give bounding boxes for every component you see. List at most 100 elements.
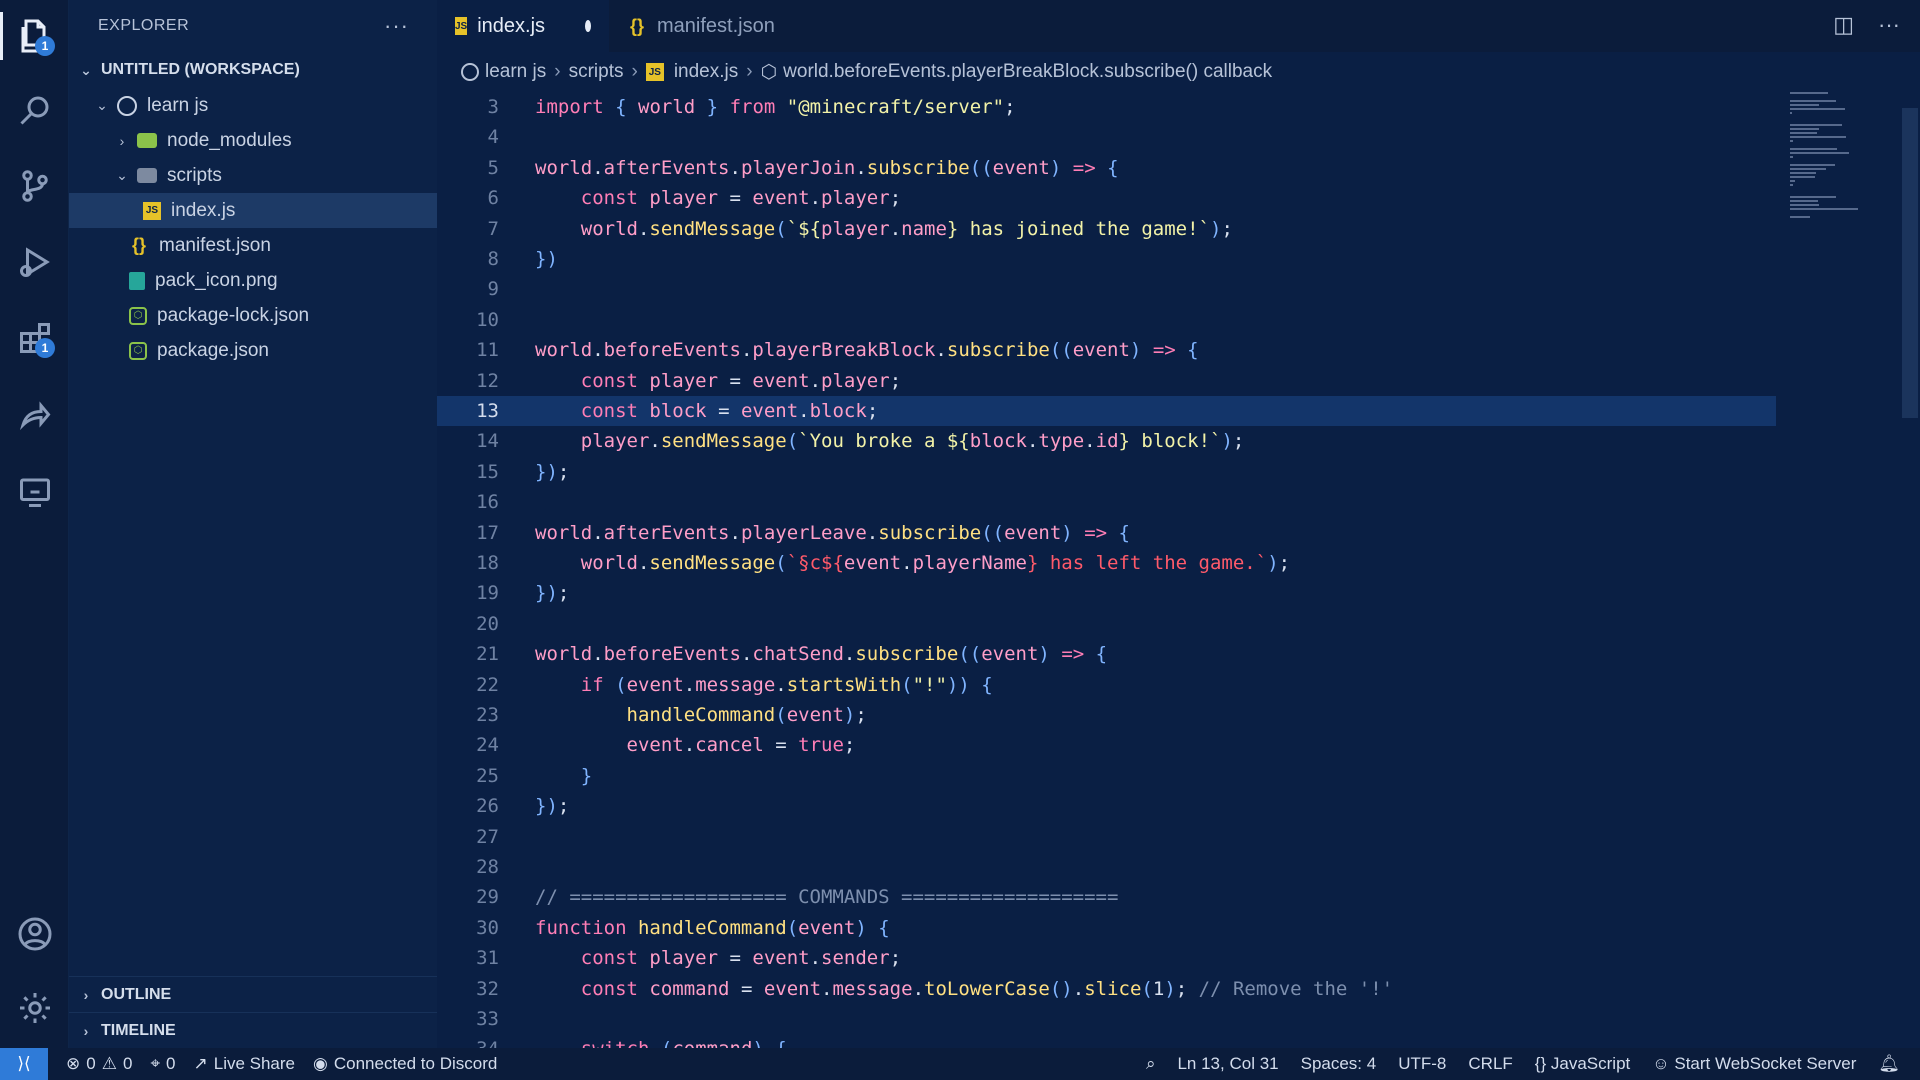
tree-item-node-modules[interactable]: › node_modules — [69, 123, 437, 158]
code-line[interactable]: 9 — [437, 274, 1776, 304]
encoding[interactable]: UTF-8 — [1398, 1054, 1446, 1074]
code-line[interactable]: 27 — [437, 822, 1776, 852]
breadcrumb-item[interactable]: world.beforeEvents.playerBreakBlock.subs… — [783, 61, 1272, 83]
code-line[interactable]: 26}); — [437, 791, 1776, 821]
code-line[interactable]: 34 switch (command) { — [437, 1034, 1776, 1048]
outline-section[interactable]: › OUTLINE — [69, 976, 437, 1012]
code-text[interactable]: const player = event.sender; — [535, 947, 901, 969]
tree-item-package-json[interactable]: ⬡ package.json — [69, 333, 437, 368]
code-line[interactable]: 12 const player = event.player; — [437, 366, 1776, 396]
line-endings[interactable]: CRLF — [1468, 1054, 1512, 1074]
tree-item-index-js[interactable]: JS index.js — [69, 193, 437, 228]
source-control-button[interactable] — [0, 156, 69, 216]
code-line[interactable]: 32 const command = event.message.toLower… — [437, 974, 1776, 1004]
code-text[interactable]: }); — [535, 461, 569, 483]
tree-item-package-lock[interactable]: ⬡ package-lock.json — [69, 298, 437, 333]
code-line[interactable]: 6 const player = event.player; — [437, 183, 1776, 213]
code-line[interactable]: 14 player.sendMessage(`You broke a ${blo… — [437, 426, 1776, 456]
code-text[interactable]: } — [535, 765, 592, 787]
code-line[interactable]: 17 world.afterEvents.playerLeave.subscrib… — [437, 518, 1776, 548]
indentation[interactable]: Spaces: 4 — [1301, 1054, 1377, 1074]
code-text[interactable]: world.sendMessage(`§c${event.playerName}… — [535, 552, 1290, 574]
timeline-section[interactable]: › TIMELINE — [69, 1012, 437, 1048]
breadcrumb-item[interactable]: index.js — [674, 61, 738, 83]
code-line[interactable]: 4 — [437, 122, 1776, 152]
code-text[interactable]: }); — [535, 795, 569, 817]
code-line[interactable]: 8}) — [437, 244, 1776, 274]
more-actions-icon[interactable]: ··· — [384, 13, 409, 39]
code-text[interactable]: handleCommand(event); — [535, 704, 867, 726]
zoom-icon[interactable]: ⌕ — [1146, 1054, 1156, 1074]
search-button[interactable] — [0, 80, 69, 140]
code-line[interactable]: 33 — [437, 1004, 1776, 1034]
tab-index-js[interactable]: JS index.js — [437, 0, 609, 52]
code-line[interactable]: 29 // =================== COMMANDS ======… — [437, 882, 1776, 912]
tab-manifest-json[interactable]: {} manifest.json — [609, 0, 793, 52]
tree-item-scripts[interactable]: ⌄ scripts — [69, 158, 437, 193]
breadcrumb-item[interactable]: learn js — [485, 61, 546, 83]
code-text[interactable]: const block = event.block; — [535, 400, 879, 422]
live-share-button[interactable] — [0, 386, 69, 446]
code-text[interactable]: switch (command) { — [535, 1038, 787, 1048]
code-text[interactable]: const player = event.player; — [535, 370, 901, 392]
run-debug-button[interactable] — [0, 232, 69, 292]
code-editor[interactable]: 3 import { world } from "@minecraft/serve… — [437, 92, 1776, 1048]
code-text[interactable]: // =================== COMMANDS ========… — [535, 886, 1118, 908]
code-text[interactable]: const player = event.player; — [535, 187, 901, 209]
explorer-button[interactable]: 1 — [0, 6, 69, 66]
code-line[interactable]: 25 } — [437, 761, 1776, 791]
code-text[interactable]: world.afterEvents.playerJoin.subscribe((… — [535, 157, 1119, 179]
ports-indicator[interactable]: ⌖ 0 — [150, 1054, 175, 1074]
code-line[interactable]: 22 if (event.message.startsWith("!")) { — [437, 670, 1776, 700]
code-line[interactable]: 3 import { world } from "@minecraft/serve… — [437, 92, 1776, 122]
code-text[interactable]: if (event.message.startsWith("!")) { — [535, 674, 993, 696]
breadcrumb-item[interactable]: scripts — [569, 61, 624, 83]
live-share-status[interactable]: ↗ Live Share — [193, 1054, 295, 1074]
code-line[interactable]: 7 world.sendMessage(`${player.name} has … — [437, 214, 1776, 244]
code-text[interactable]: }); — [535, 582, 569, 604]
code-text[interactable]: import { world } from "@minecraft/server… — [535, 96, 1016, 118]
tree-item-pack-icon[interactable]: pack_icon.png — [69, 263, 437, 298]
code-line[interactable]: 16 — [437, 487, 1776, 517]
code-line[interactable]: 11 world.beforeEvents.playerBreakBlock.su… — [437, 335, 1776, 365]
code-text[interactable]: }) — [535, 248, 558, 270]
code-text[interactable]: event.cancel = true; — [535, 734, 856, 756]
code-line[interactable]: 21 world.beforeEvents.chatSend.subscribe(… — [437, 639, 1776, 669]
workspace-header[interactable]: ⌄ UNTITLED (WORKSPACE) — [69, 52, 437, 88]
code-text[interactable]: world.sendMessage(`${player.name} has jo… — [535, 218, 1233, 240]
minimap[interactable] — [1786, 92, 1886, 252]
code-line[interactable]: 20 — [437, 609, 1776, 639]
code-line[interactable]: 19}); — [437, 578, 1776, 608]
unsaved-dot-icon[interactable] — [585, 20, 591, 32]
cursor-position[interactable]: Ln 13, Col 31 — [1177, 1054, 1278, 1074]
editor-scrollbar[interactable] — [1902, 108, 1918, 418]
code-text[interactable]: world.beforeEvents.playerBreakBlock.subs… — [535, 339, 1199, 361]
code-line[interactable]: 30 function handleCommand(event) { — [437, 913, 1776, 943]
code-text[interactable]: player.sendMessage(`You broke a ${block.… — [535, 430, 1245, 452]
code-line[interactable]: 31 const player = event.sender; — [437, 943, 1776, 973]
code-line[interactable]: 28 — [437, 852, 1776, 882]
code-line[interactable]: 18 world.sendMessage(`§c${event.playerNa… — [437, 548, 1776, 578]
code-line[interactable]: 15}); — [437, 457, 1776, 487]
language-mode[interactable]: {} JavaScript — [1535, 1054, 1630, 1074]
code-line[interactable]: 24 event.cancel = true; — [437, 730, 1776, 760]
extensions-button[interactable]: 1 — [0, 308, 69, 368]
remote-indicator[interactable]: ⟩⟨ — [0, 1048, 48, 1080]
tree-item-learn-js[interactable]: ⌄ learn js — [69, 88, 437, 123]
discord-status[interactable]: ◉ Connected to Discord — [313, 1054, 497, 1074]
bell-icon[interactable]: 🔔︎ — [1878, 1054, 1900, 1074]
code-text[interactable]: const command = event.message.toLowerCas… — [535, 978, 1393, 1000]
remote-explorer-button[interactable] — [0, 462, 69, 522]
code-line[interactable]: 23 handleCommand(event); — [437, 700, 1776, 730]
problems-indicator[interactable]: ⊗ 0 ⚠ 0 — [66, 1054, 132, 1074]
code-line[interactable]: 5 world.afterEvents.playerJoin.subscribe(… — [437, 153, 1776, 183]
code-text[interactable]: world.afterEvents.playerLeave.subscribe(… — [535, 522, 1130, 544]
more-actions-icon[interactable]: ··· — [1878, 12, 1900, 38]
code-line[interactable]: 13 const block = event.block; — [437, 396, 1776, 426]
code-text[interactable]: function handleCommand(event) { — [535, 917, 890, 939]
accounts-button[interactable] — [0, 904, 69, 964]
code-text[interactable]: world.beforeEvents.chatSend.subscribe((e… — [535, 643, 1107, 665]
manage-button[interactable] — [0, 978, 69, 1038]
tree-item-manifest-json[interactable]: {} manifest.json — [69, 228, 437, 263]
code-line[interactable]: 10 — [437, 305, 1776, 335]
